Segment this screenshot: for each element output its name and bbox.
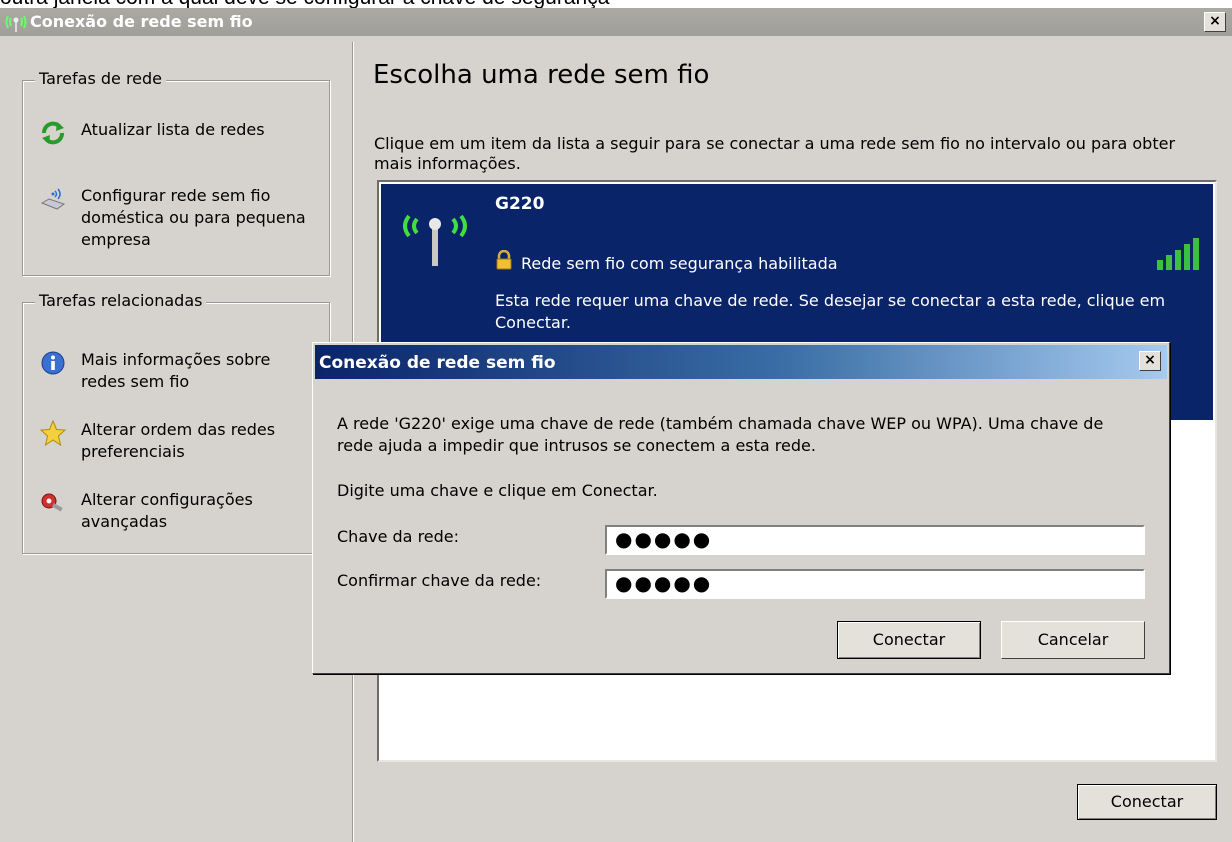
task-label: Alterar ordem das redes preferenciais <box>81 420 276 461</box>
wireless-antenna-icon <box>403 214 467 266</box>
star-icon <box>39 419 67 447</box>
task-pane: Tarefas de rede Atualizar lista de redes <box>0 36 352 842</box>
window-title: Conexão de rede sem fio <box>30 12 253 31</box>
task-label: Alterar configurações avançadas <box>81 490 253 531</box>
task-refresh-network-list[interactable]: Atualizar lista de redes <box>39 119 319 145</box>
task-setup-wireless-network[interactable]: Configurar rede sem fio doméstica ou par… <box>39 185 319 255</box>
network-description: Esta rede requer uma chave de rede. Se d… <box>495 291 1166 332</box>
confirm-key-label: Confirmar chave da rede: <box>337 571 542 590</box>
task-label: Configurar rede sem fio doméstica ou par… <box>81 186 306 249</box>
task-change-preferred-order[interactable]: Alterar ordem das redes preferenciais <box>39 419 319 465</box>
lock-icon <box>496 250 512 270</box>
window-titlebar: Conexão de rede sem fio × <box>0 8 1232 36</box>
network-security-status: Rede sem fio com segurança habilitada <box>521 254 838 273</box>
content-title: Escolha uma rede sem fio <box>373 60 710 90</box>
dialog-cancel-button[interactable]: Cancelar <box>1001 621 1145 659</box>
content-description: Clique em um item da lista a seguir para… <box>374 134 1176 173</box>
network-name: G220 <box>495 194 545 214</box>
network-key-dialog: Conexão de rede sem fio × A rede 'G220' … <box>312 342 1170 674</box>
confirm-key-input[interactable]: ●●●●● <box>605 569 1145 599</box>
wireless-setup-icon <box>40 188 66 210</box>
refresh-icon <box>42 121 64 145</box>
info-icon <box>41 351 65 375</box>
task-change-advanced-settings[interactable]: Alterar configurações avançadas <box>39 489 319 535</box>
wireless-network-icon <box>5 15 27 32</box>
dialog-titlebar: Conexão de rede sem fio × <box>315 345 1167 379</box>
dialog-instruction: Digite uma chave e clique em Conectar. <box>337 481 658 500</box>
dialog-title: Conexão de rede sem fio <box>319 353 556 373</box>
network-tasks-group: Tarefas de rede Atualizar lista de redes <box>22 69 330 276</box>
task-label: Atualizar lista de redes <box>81 120 265 139</box>
dialog-message: A rede 'G220' exige uma chave de rede (t… <box>337 414 1104 455</box>
signal-strength-icon <box>1157 238 1199 270</box>
dialog-close-button[interactable]: × <box>1139 351 1161 371</box>
connect-button[interactable]: Conectar <box>1077 784 1217 820</box>
dialog-connect-button[interactable]: Conectar <box>837 621 981 659</box>
related-tasks-title: Tarefas relacionadas <box>35 291 207 310</box>
settings-icon <box>41 493 63 512</box>
network-tasks-title: Tarefas de rede <box>35 69 167 88</box>
network-key-input[interactable]: ●●●●● <box>605 525 1145 555</box>
task-more-info[interactable]: Mais informações sobre redes sem fio <box>39 349 319 395</box>
window-close-button[interactable]: × <box>1204 12 1226 32</box>
related-tasks-group: Tarefas relacionadas Mais informações so… <box>22 291 330 554</box>
task-label: Mais informações sobre redes sem fio <box>81 350 271 391</box>
network-key-label: Chave da rede: <box>337 527 460 546</box>
